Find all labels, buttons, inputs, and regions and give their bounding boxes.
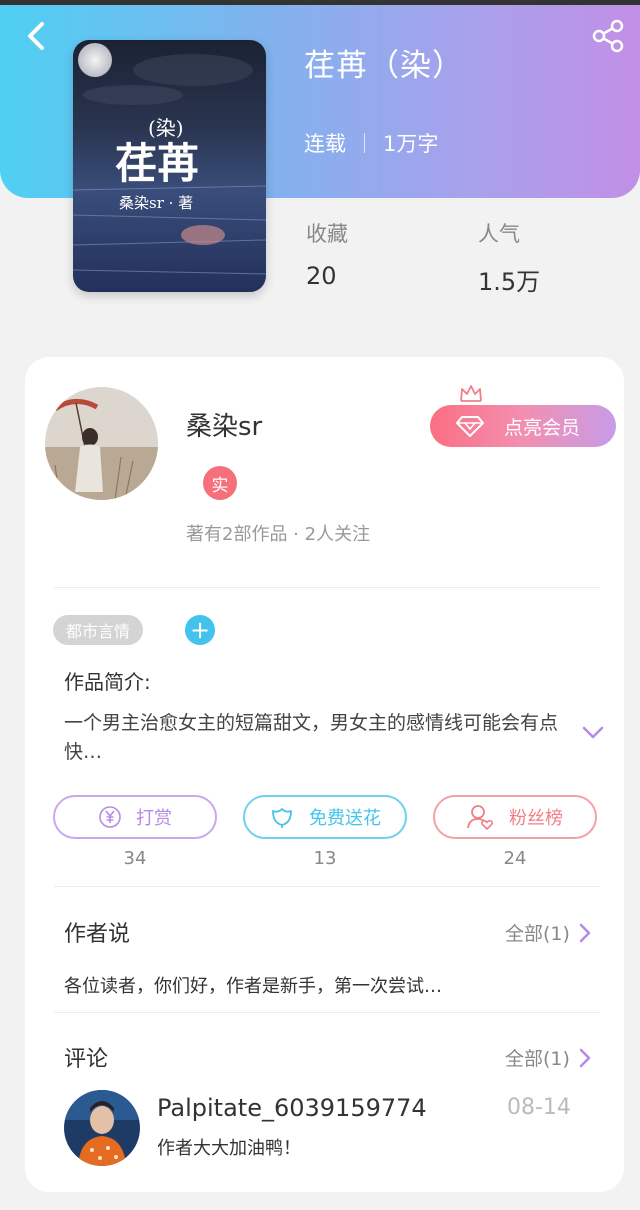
commenter-avatar[interactable] xyxy=(64,1090,140,1166)
verified-badge: 实 xyxy=(203,466,237,500)
book-cover-image[interactable]: (染) 荏苒 桑染sr · 著 xyxy=(73,40,266,292)
comment-text[interactable]: 作者大大加油鸭！ xyxy=(157,1134,301,1160)
svg-text:荏苒: 荏苒 xyxy=(115,139,199,188)
word-count: 1万字 xyxy=(383,132,439,156)
back-button[interactable] xyxy=(20,18,56,54)
popularity-stat: 人气 1.5万 xyxy=(478,218,540,297)
genre-tag[interactable]: 都市言情 xyxy=(53,615,144,645)
diamond-icon xyxy=(456,416,484,437)
fan-ranking-label: 粉丝榜 xyxy=(509,808,563,829)
favorites-stat: 收藏 20 xyxy=(306,218,348,290)
comments-count: 全部(1) xyxy=(505,1048,570,1070)
popularity-value: 1.5万 xyxy=(478,268,541,296)
chevron-down-icon[interactable] xyxy=(582,726,604,740)
flower-count: 13 xyxy=(313,848,337,869)
tip-count: 34 xyxy=(123,848,147,869)
chevron-right-icon xyxy=(579,1048,591,1067)
tip-label: 打赏 xyxy=(136,808,172,829)
fan-count: 24 xyxy=(503,848,527,869)
intro-text: 一个男主治愈女主的短篇甜文，男女主的感情线可能会有点快… xyxy=(64,712,559,763)
author-say-text[interactable]: 各位读者，你们好，作者是新手，第一次尝试… xyxy=(64,972,442,998)
favorites-value: 20 xyxy=(306,262,337,290)
popularity-label: 人气 xyxy=(478,222,520,246)
intro-title: 作品简介: xyxy=(64,670,151,694)
fan-ranking-button[interactable]: 粉丝榜 xyxy=(433,795,597,839)
divider xyxy=(54,1012,600,1013)
author-name[interactable]: 桑染sr xyxy=(186,406,262,443)
flower-icon xyxy=(272,808,292,828)
vip-label: 点亮会员 xyxy=(504,416,581,439)
svg-text:(染): (染) xyxy=(148,116,184,140)
divider xyxy=(54,587,600,588)
author-say-count: 全部(1) xyxy=(505,923,570,945)
author-avatar[interactable] xyxy=(45,387,158,500)
meta-divider xyxy=(364,133,365,153)
author-works-info: 著有2部作品 · 2人关注 xyxy=(186,524,371,545)
share-icon xyxy=(592,19,624,53)
comments-title: 评论 xyxy=(64,1047,109,1072)
comments-see-all[interactable]: 全部(1) xyxy=(505,1044,592,1071)
serial-status: 连载 xyxy=(304,132,346,156)
author-say-see-all[interactable]: 全部(1) xyxy=(505,919,592,946)
book-meta: 连载 1万字 xyxy=(304,128,438,158)
send-flower-label: 免费送花 xyxy=(309,808,381,829)
chevron-right-icon xyxy=(579,923,591,942)
author-say-title: 作者说 xyxy=(64,922,131,947)
crown-icon xyxy=(460,385,482,402)
favorites-label: 收藏 xyxy=(306,222,348,246)
tip-button[interactable]: 打赏 xyxy=(53,795,217,839)
commenter-name[interactable]: Palpitate_6039159774 xyxy=(157,1094,427,1122)
chevron-left-icon xyxy=(28,22,44,50)
comment-date: 08-14 xyxy=(507,1095,571,1120)
fan-icon xyxy=(467,805,493,830)
yen-icon xyxy=(99,806,121,828)
svg-text:桑染sr · 著: 桑染sr · 著 xyxy=(119,194,193,212)
share-button[interactable] xyxy=(588,18,628,54)
send-flower-button[interactable]: 免费送花 xyxy=(243,795,407,839)
divider xyxy=(54,886,600,887)
add-tag-button[interactable]: + xyxy=(185,615,215,645)
vip-membership-button[interactable]: 点亮会员 xyxy=(430,405,616,447)
book-title: 荏苒（染） xyxy=(304,48,464,84)
